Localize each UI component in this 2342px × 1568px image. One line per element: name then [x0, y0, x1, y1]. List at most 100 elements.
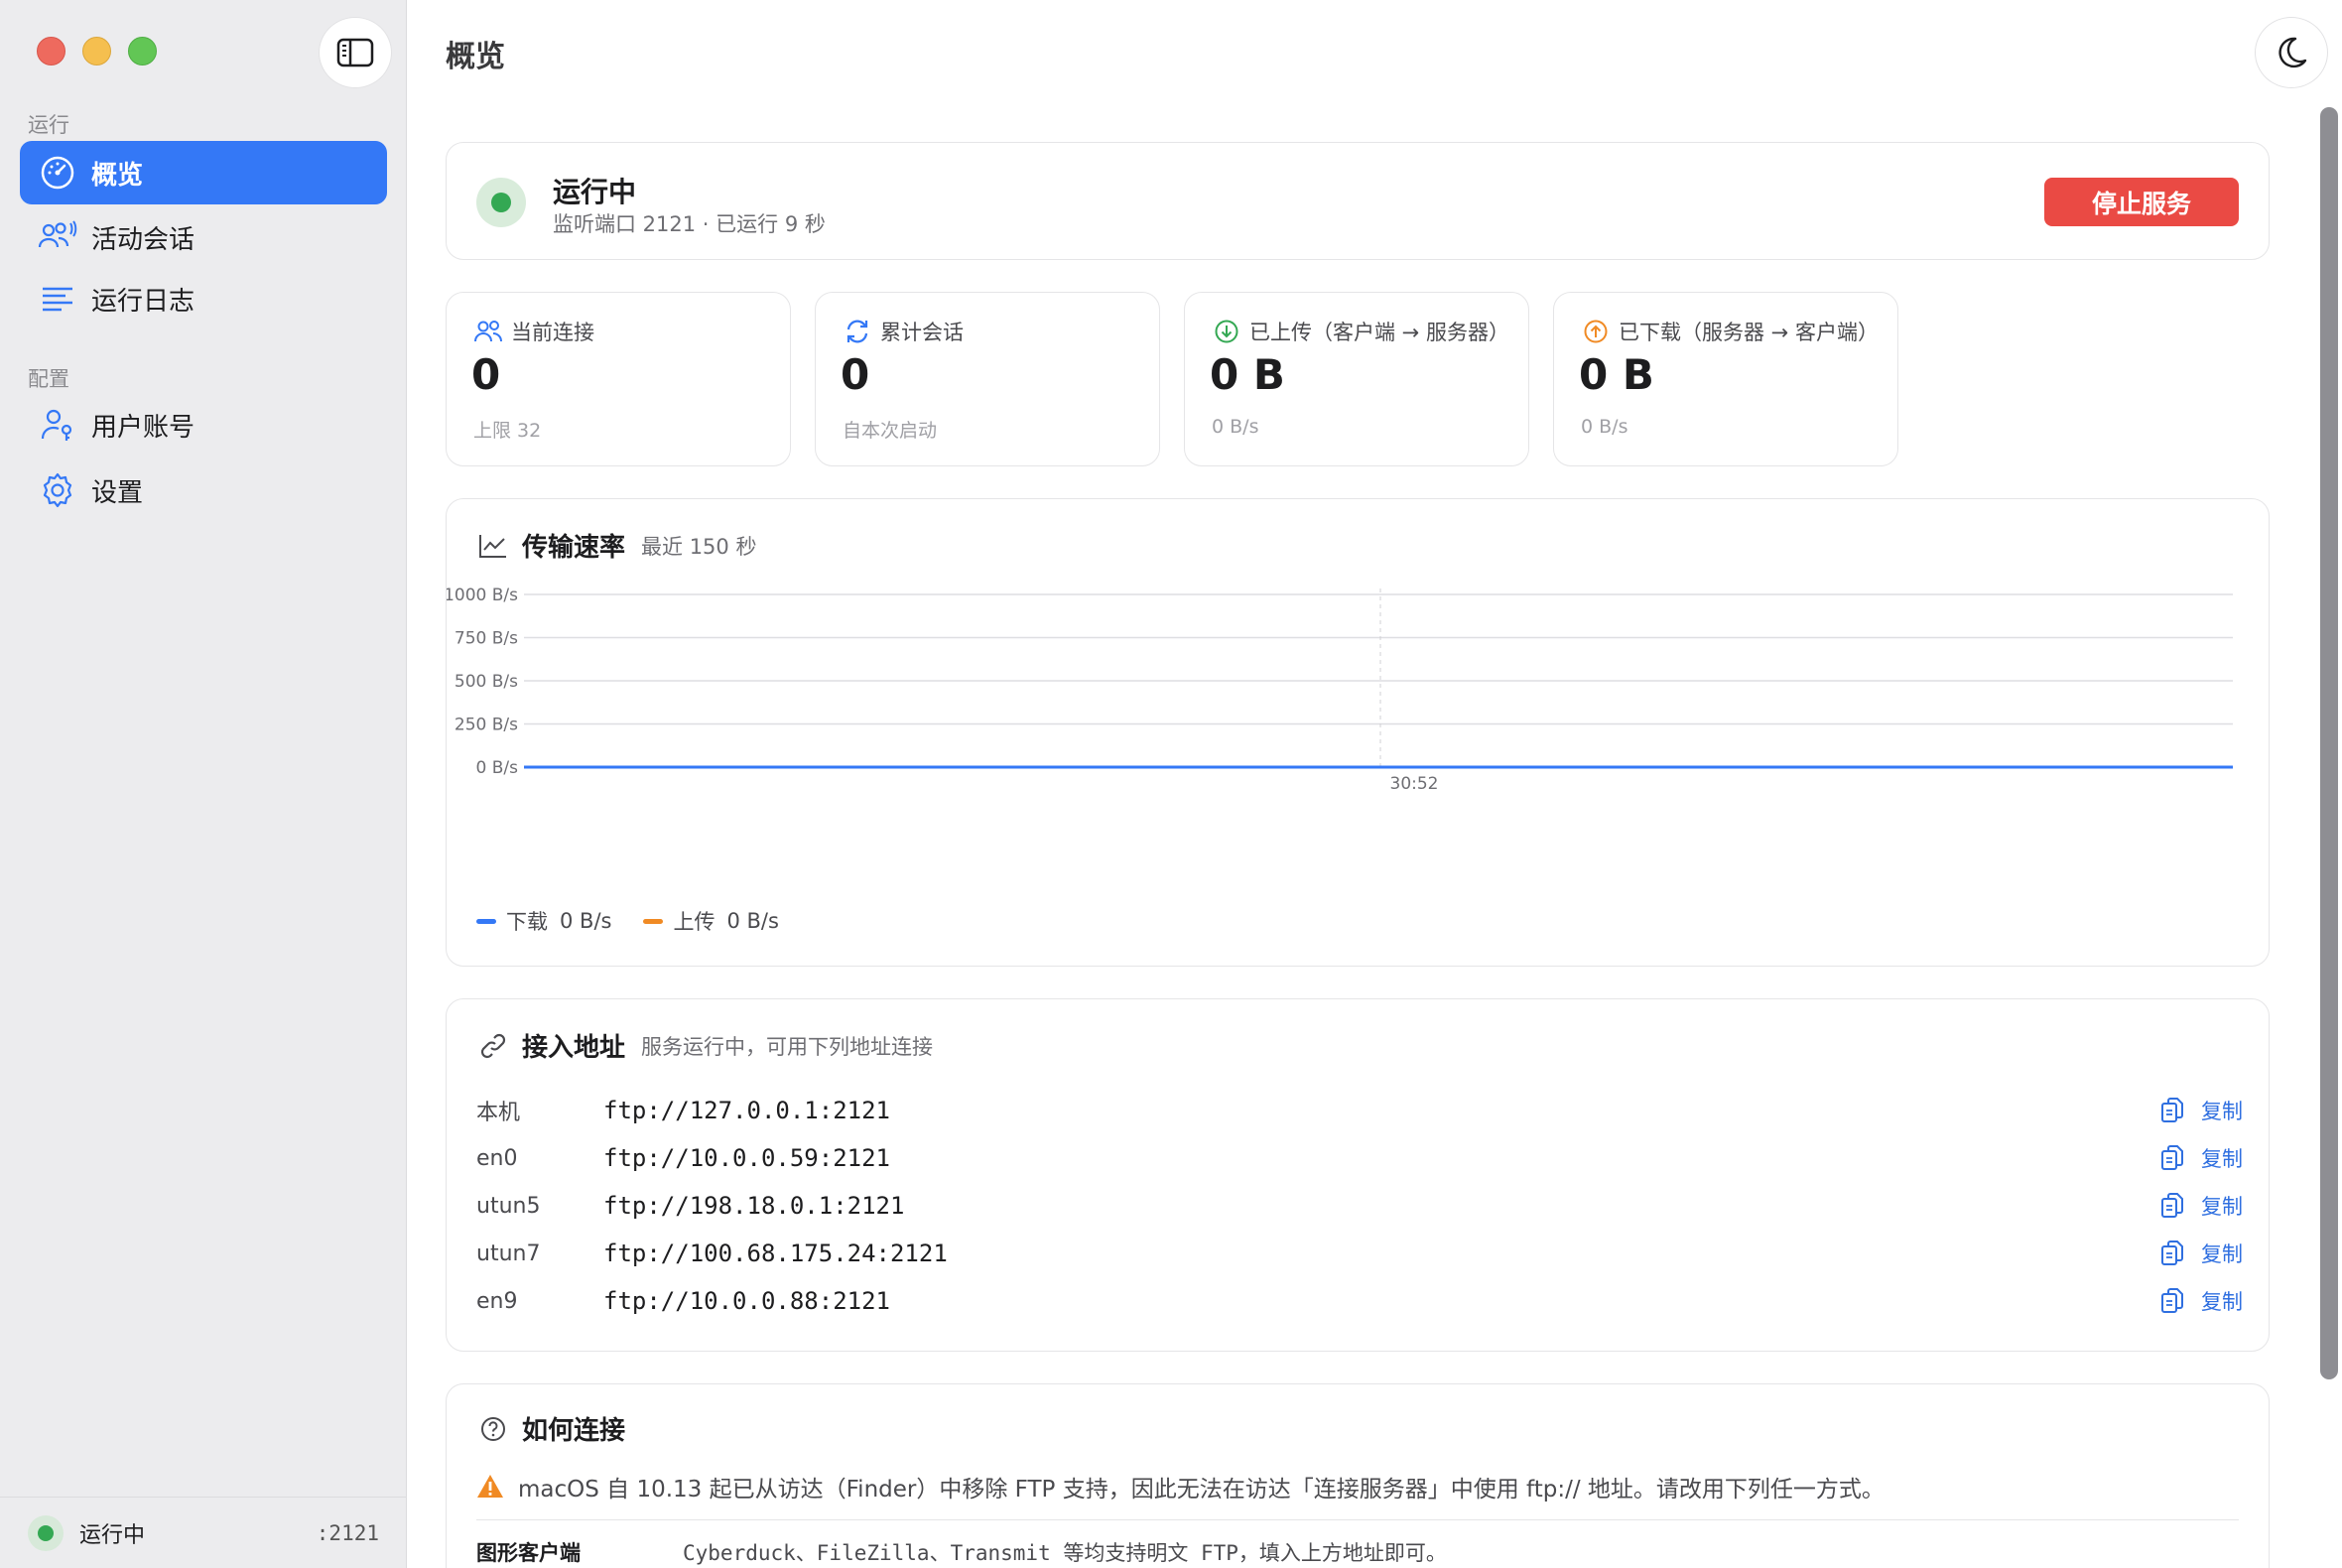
status-indicator: [28, 1514, 64, 1551]
legend-item-download: 下载 0 B/s: [476, 906, 611, 936]
window-close-button[interactable]: [37, 37, 65, 65]
sidebar-item-overview[interactable]: 概览: [20, 141, 387, 204]
copy-button[interactable]: 复制: [2157, 1191, 2243, 1221]
ftp-url[interactable]: ftp://10.0.0.88:2121: [603, 1287, 890, 1315]
x-tick-label: 30:52: [1390, 774, 1439, 794]
theme-toggle-button[interactable]: [2255, 17, 2328, 88]
transfer-rate-chart: 1000 B/s 750 B/s 500 B/s 250 B/s 0 B/s 30:52: [447, 586, 2233, 794]
interface-name: en0: [476, 1145, 518, 1171]
stat-label: 已下载（服务器 → 客户端）: [1619, 321, 1879, 344]
question-circle-icon: [476, 1412, 510, 1446]
copy-label: 复制: [2201, 1195, 2243, 1219]
main-content: 概览 运行中 监听端口 2121 · 已运行 9 秒 停止服务 当前连接 0 上…: [408, 0, 2342, 1568]
sidebar-item-sessions[interactable]: 活动会话: [20, 205, 387, 269]
legend-value: 0 B/s: [560, 909, 612, 933]
legend-value: 0 B/s: [726, 909, 779, 933]
sidebar-item-users[interactable]: 用户账号: [20, 393, 387, 457]
section-label-config: 配置: [28, 367, 69, 391]
sidebar-toggle-button[interactable]: [319, 17, 392, 88]
address-title: 接入地址: [522, 1033, 626, 1063]
copy-icon: [2157, 1286, 2187, 1316]
warning-triangle-icon: [477, 1475, 503, 1498]
stat-label: 当前连接: [511, 321, 594, 344]
help-value: Cyberduck、FileZilla、Transmit 等均支持明文 FTP，…: [683, 1541, 1447, 1565]
line-chart-icon: [476, 529, 510, 563]
copy-label: 复制: [2201, 1100, 2243, 1123]
window-zoom-button[interactable]: [128, 37, 157, 65]
stat-card-sessions: 累计会话 0 自本次启动: [815, 292, 1160, 466]
y-tick-label: 500 B/s: [455, 672, 518, 692]
ftp-url[interactable]: ftp://127.0.0.1:2121: [603, 1097, 890, 1124]
moon-icon: [2278, 37, 2307, 68]
arrow-up-circle-icon: [1581, 317, 1611, 346]
footer-status-text: 运行中: [79, 1522, 146, 1548]
stat-label: 已上传（客户端 → 服务器）: [1249, 321, 1509, 344]
copy-label: 复制: [2201, 1290, 2243, 1314]
ftp-url[interactable]: ftp://10.0.0.59:2121: [603, 1144, 890, 1172]
copy-button[interactable]: 复制: [2157, 1096, 2243, 1125]
y-tick-label: 750 B/s: [455, 629, 518, 649]
status-subtitle: 监听端口 2121 · 已运行 9 秒: [553, 212, 826, 236]
y-tick-label: 0 B/s: [476, 758, 519, 778]
server-status-card: 运行中 监听端口 2121 · 已运行 9 秒 停止服务: [446, 142, 2270, 260]
copy-button[interactable]: 复制: [2157, 1286, 2243, 1316]
stat-value: 0: [841, 350, 870, 399]
chart-legend: 下载 0 B/s 上传 0 B/s: [476, 906, 811, 936]
sidebar-item-label: 活动会话: [91, 224, 195, 255]
copy-icon: [2157, 1239, 2187, 1268]
access-address-card: 接入地址 服务运行中，可用下列地址连接 本机 ftp://127.0.0.1:21…: [446, 998, 2270, 1352]
gear-icon: [38, 470, 77, 510]
warning-text: macOS 自 10.13 起已从访达（Finder）中移除 FTP 支持，因此…: [518, 1477, 1885, 1503]
address-row: en9 ftp://10.0.0.88:2121 复制: [476, 1281, 2243, 1321]
stop-service-button[interactable]: 停止服务: [2044, 178, 2239, 226]
stat-card-connections: 当前连接 0 上限 32: [446, 292, 791, 466]
status-indicator: [476, 178, 526, 227]
copy-button[interactable]: 复制: [2157, 1239, 2243, 1268]
legend-label: 下载: [506, 910, 548, 934]
ftp-url[interactable]: ftp://100.68.175.24:2121: [603, 1240, 948, 1267]
stat-value: 0 B: [1579, 350, 1654, 399]
page-title: 概览: [446, 40, 505, 74]
stat-value: 0: [471, 350, 501, 399]
sidebar-item-logs[interactable]: 运行日志: [20, 267, 387, 330]
help-row-gui-client: 图形客户端 Cyberduck、FileZilla、Transmit 等均支持明…: [476, 1537, 1447, 1567]
users-icon: [473, 317, 503, 346]
legend-label: 上传: [673, 910, 716, 934]
y-tick-label: 1000 B/s: [447, 586, 518, 605]
interface-name: utun7: [476, 1241, 541, 1266]
address-row: utun7 ftp://100.68.175.24:2121 复制: [476, 1234, 2243, 1273]
user-key-icon: [38, 405, 77, 445]
stat-sub: 上限 32: [473, 420, 542, 442]
copy-icon: [2157, 1143, 2187, 1173]
stat-card-downloaded: 已下载（服务器 → 客户端） 0 B 0 B/s: [1553, 292, 1898, 466]
address-row: utun5 ftp://198.18.0.1:2121 复制: [476, 1186, 2243, 1226]
interface-name: en9: [476, 1288, 518, 1314]
window-minimize-button[interactable]: [82, 37, 111, 65]
legend-item-upload: 上传 0 B/s: [643, 906, 779, 936]
scrollbar[interactable]: [2320, 107, 2338, 1379]
stat-sub: 自本次启动: [843, 420, 938, 442]
stat-sub: 0 B/s: [1581, 416, 1628, 438]
divider: [476, 1519, 2239, 1520]
transfer-rate-card: 传输速率 最近 150 秒 1000 B/s 750 B/s 500 B/s 250 …: [446, 498, 2270, 967]
sidebar-item-label: 设置: [91, 477, 144, 508]
interface-name: utun5: [476, 1193, 541, 1219]
address-subtitle: 服务运行中，可用下列地址连接: [641, 1034, 934, 1059]
stat-sub: 0 B/s: [1212, 416, 1259, 438]
address-row: 本机 ftp://127.0.0.1:2121 复制: [476, 1091, 2243, 1130]
copy-icon: [2157, 1096, 2187, 1125]
copy-button[interactable]: 复制: [2157, 1143, 2243, 1173]
interface-name: 本机: [476, 1101, 521, 1125]
sidebar-item-settings[interactable]: 设置: [20, 458, 387, 522]
sidebar-toggle-icon: [336, 38, 374, 67]
footer-port: :2121: [316, 1520, 379, 1545]
sidebar: 运行 概览 活动会话 运行日志 配置 用户账号 设置 运行中 :2121: [0, 0, 407, 1568]
status-title: 运行中: [553, 176, 637, 208]
help-title: 如何连接: [522, 1416, 626, 1446]
help-key: 图形客户端: [476, 1541, 581, 1565]
ftp-url[interactable]: ftp://198.18.0.1:2121: [603, 1192, 904, 1220]
users-broadcast-icon: [38, 217, 77, 257]
section-label-run: 运行: [28, 113, 69, 137]
sidebar-item-label: 用户账号: [91, 412, 195, 443]
stat-card-uploaded: 已上传（客户端 → 服务器） 0 B 0 B/s: [1184, 292, 1529, 466]
